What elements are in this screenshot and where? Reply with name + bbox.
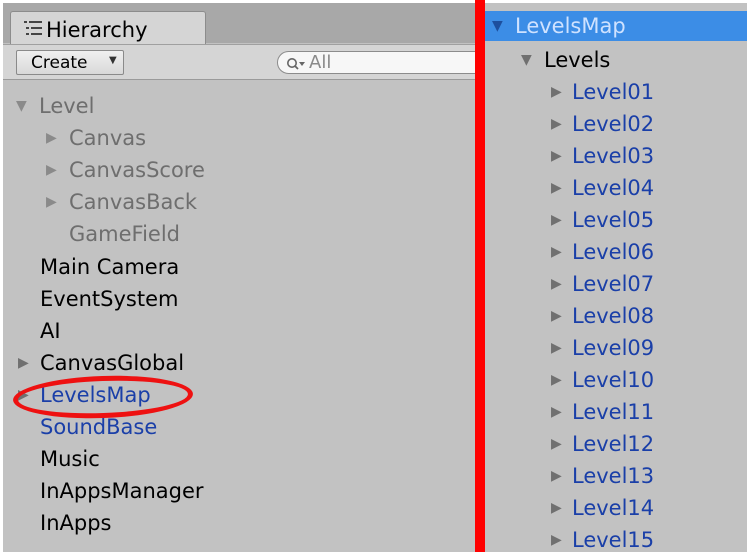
hierarchy-row-label: Canvas: [69, 126, 147, 150]
expand-right-icon[interactable]: ▶: [551, 172, 562, 204]
hierarchy-toolbar: Create ▼ All: [3, 44, 475, 80]
hierarchy-row[interactable]: ▶ Level08: [485, 300, 747, 332]
hierarchy-row[interactable]: EventSystem: [3, 283, 475, 315]
hierarchy-row[interactable]: ▶ Level11: [485, 396, 747, 428]
hierarchy-row-label: Level15: [572, 528, 655, 552]
hierarchy-row[interactable]: ▶ Level01: [485, 76, 747, 108]
hierarchy-row[interactable]: AI: [3, 315, 475, 347]
hierarchy-row-label: Level06: [572, 240, 655, 264]
hierarchy-row-label: GameField: [69, 222, 180, 246]
red-divider-line: [475, 0, 485, 552]
expand-right-icon[interactable]: ▶: [551, 108, 562, 140]
expanded-levelsmap-panel: ▼ LevelsMap ▼ Levels ▶ Level01 ▶ Level02 ▶ Level0…: [485, 3, 747, 552]
hierarchy-row[interactable]: ▶ Level06: [485, 236, 747, 268]
hierarchy-row-label: Level04: [572, 176, 655, 200]
hierarchy-row[interactable]: ▶ Level14: [485, 492, 747, 524]
hierarchy-row-label: Level08: [572, 304, 655, 328]
hierarchy-row-label: LevelsMap: [515, 14, 626, 38]
expand-right-icon[interactable]: ▶: [551, 236, 562, 268]
tab-strip: Hierarchy: [3, 3, 475, 45]
hierarchy-row-label: EventSystem: [40, 287, 179, 311]
expand-right-icon[interactable]: ▶: [551, 428, 562, 460]
hierarchy-row[interactable]: ▶ Level13: [485, 460, 747, 492]
expand-right-icon[interactable]: ▶: [551, 268, 562, 300]
expand-right-icon[interactable]: ▶: [551, 460, 562, 492]
list-icon: [24, 20, 42, 36]
hierarchy-row[interactable]: InAppsManager: [3, 475, 475, 507]
hierarchy-row[interactable]: ▶ Level05: [485, 204, 747, 236]
expand-right-icon[interactable]: ▶: [551, 364, 562, 396]
expand-down-icon[interactable]: ▼: [492, 10, 503, 42]
hierarchy-row[interactable]: ▶ CanvasGlobal: [3, 347, 475, 379]
hierarchy-row[interactable]: ▼ Level: [3, 90, 475, 122]
hierarchy-row-label: CanvasBack: [69, 190, 198, 214]
hierarchy-row-label: Level13: [572, 464, 655, 488]
expand-right-icon[interactable]: ▶: [551, 300, 562, 332]
expand-right-icon[interactable]: ▶: [551, 76, 562, 108]
hierarchy-row[interactable]: ▶ Level02: [485, 108, 747, 140]
hierarchy-row-label: Level07: [572, 272, 655, 296]
hierarchy-row[interactable]: ▶ CanvasBack: [3, 186, 475, 218]
search-input[interactable]: All: [277, 51, 475, 74]
hierarchy-row-label: Level05: [572, 208, 655, 232]
hierarchy-row[interactable]: ▶ Level09: [485, 332, 747, 364]
hierarchy-row[interactable]: ▶ Canvas: [3, 122, 475, 154]
screenshot-root: Hierarchy Create ▼ All ▼ Level ▶ Canvas ▶ Can…: [0, 0, 747, 552]
tab-hierarchy-label: Hierarchy: [46, 18, 148, 42]
hierarchy-row-label: Level02: [572, 112, 655, 136]
hierarchy-row-label: AI: [40, 319, 61, 343]
hierarchy-row-label: Levels: [544, 48, 611, 72]
create-button-label: Create: [31, 53, 88, 73]
expand-down-icon[interactable]: ▼: [16, 90, 27, 122]
hierarchy-row-label: Music: [40, 447, 100, 471]
hierarchy-row-label: InAppsManager: [40, 479, 204, 503]
hierarchy-panel: Hierarchy Create ▼ All ▼ Level ▶ Canvas ▶ Can…: [3, 3, 475, 552]
hierarchy-row-label: Main Camera: [40, 255, 180, 279]
hierarchy-row[interactable]: Music: [3, 443, 475, 475]
expand-right-icon[interactable]: ▶: [46, 122, 57, 154]
hierarchy-row-label: Level14: [572, 496, 655, 520]
hierarchy-row[interactable]: Main Camera: [3, 251, 475, 283]
expand-right-icon[interactable]: ▶: [551, 524, 562, 552]
hierarchy-row-label: InApps: [40, 511, 112, 535]
create-dropdown-button[interactable]: Create ▼: [16, 50, 124, 75]
expand-right-icon[interactable]: ▶: [46, 186, 57, 218]
expand-right-icon[interactable]: ▶: [551, 204, 562, 236]
hierarchy-row-label: CanvasScore: [69, 158, 205, 182]
search-icon: [286, 56, 306, 70]
hierarchy-row-label: Level01: [572, 80, 655, 104]
expand-right-icon[interactable]: ▶: [18, 347, 29, 379]
hierarchy-row[interactable]: ▶ Level04: [485, 172, 747, 204]
hierarchy-row[interactable]: ▶ Level03: [485, 140, 747, 172]
tab-hierarchy[interactable]: Hierarchy: [10, 11, 206, 45]
hierarchy-row[interactable]: ▶ Level12: [485, 428, 747, 460]
chevron-down-icon: ▼: [109, 55, 117, 66]
hierarchy-row[interactable]: GameField: [3, 218, 475, 250]
hierarchy-row-label: Level03: [572, 144, 655, 168]
expand-right-icon[interactable]: ▶: [551, 332, 562, 364]
hierarchy-row[interactable]: ▶ Level07: [485, 268, 747, 300]
expand-right-icon[interactable]: ▶: [46, 154, 57, 186]
search-placeholder: All: [309, 52, 332, 73]
hierarchy-row[interactable]: ▼ Levels: [485, 44, 747, 76]
hierarchy-row-label: Level12: [572, 432, 655, 456]
hierarchy-row-label: Level09: [572, 336, 655, 360]
selected-hierarchy-row[interactable]: ▼ LevelsMap: [485, 10, 747, 42]
expand-right-icon[interactable]: ▶: [551, 140, 562, 172]
hierarchy-row[interactable]: ▶ CanvasScore: [3, 154, 475, 186]
hierarchy-row-label: Level: [39, 94, 95, 118]
hierarchy-row[interactable]: ▶ Level15: [485, 524, 747, 552]
hierarchy-row[interactable]: InApps: [3, 507, 475, 539]
expand-right-icon[interactable]: ▶: [551, 396, 562, 428]
expand-down-icon[interactable]: ▼: [521, 44, 532, 76]
expand-right-icon[interactable]: ▶: [551, 492, 562, 524]
hierarchy-row[interactable]: ▶ Level10: [485, 364, 747, 396]
hierarchy-row-label: Level10: [572, 368, 655, 392]
hierarchy-row-label: CanvasGlobal: [40, 351, 185, 375]
hierarchy-row-label: Level11: [572, 400, 655, 424]
